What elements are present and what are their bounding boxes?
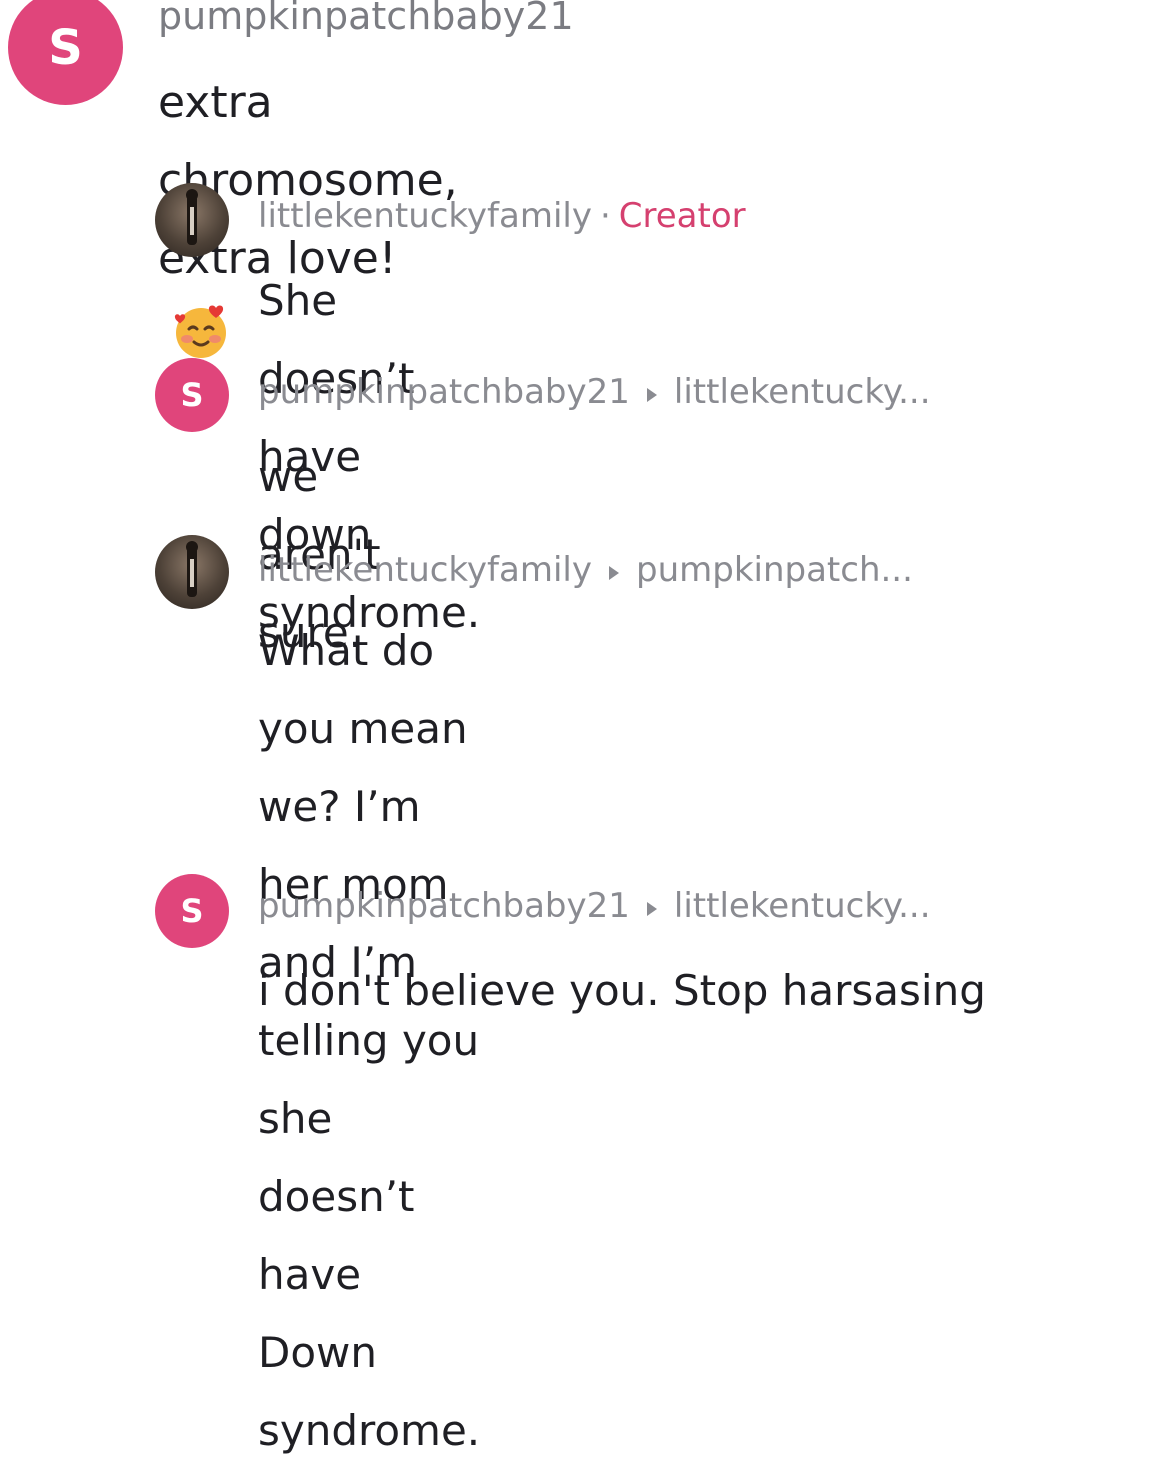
profile-photo-icon [155,183,229,257]
meta-separator: · [599,196,611,236]
reply-arrow-icon [646,886,658,926]
reply-to-username[interactable]: littlekentucky... [674,886,931,926]
reply-to-username[interactable]: pumpkinpatch... [636,550,913,590]
avatar[interactable] [155,535,229,609]
comment-username[interactable]: littlekentuckyfamily [258,550,592,590]
avatar-letter: S [180,892,204,930]
comment-username[interactable]: pumpkinpatchbaby21 [158,0,574,38]
reply-arrow-icon [608,550,620,590]
comment-username[interactable]: pumpkinpatchbaby21 [258,886,630,926]
avatar[interactable]: S [155,358,229,432]
avatar[interactable] [155,183,229,257]
avatar-letter: S [180,376,204,414]
avatar[interactable]: S [155,874,229,948]
comment-text-line: Down syndrome. [258,1328,481,1455]
comment-username[interactable]: pumpkinpatchbaby21 [258,372,630,412]
profile-photo-icon [155,535,229,609]
reply-to-username[interactable]: littlekentucky... [674,372,931,412]
comment-text-line: What do you mean we? I’m her mom [258,626,468,909]
avatar[interactable]: S [8,0,123,105]
comment-text: i don't believe you. Stop harsasing [258,966,986,1015]
avatar-letter: S [48,19,83,76]
reply-arrow-icon [646,372,658,412]
smiling-face-with-hearts-emoji [172,302,230,360]
comment-username[interactable]: littlekentuckyfamily [258,196,592,236]
creator-badge: Creator [618,196,746,236]
